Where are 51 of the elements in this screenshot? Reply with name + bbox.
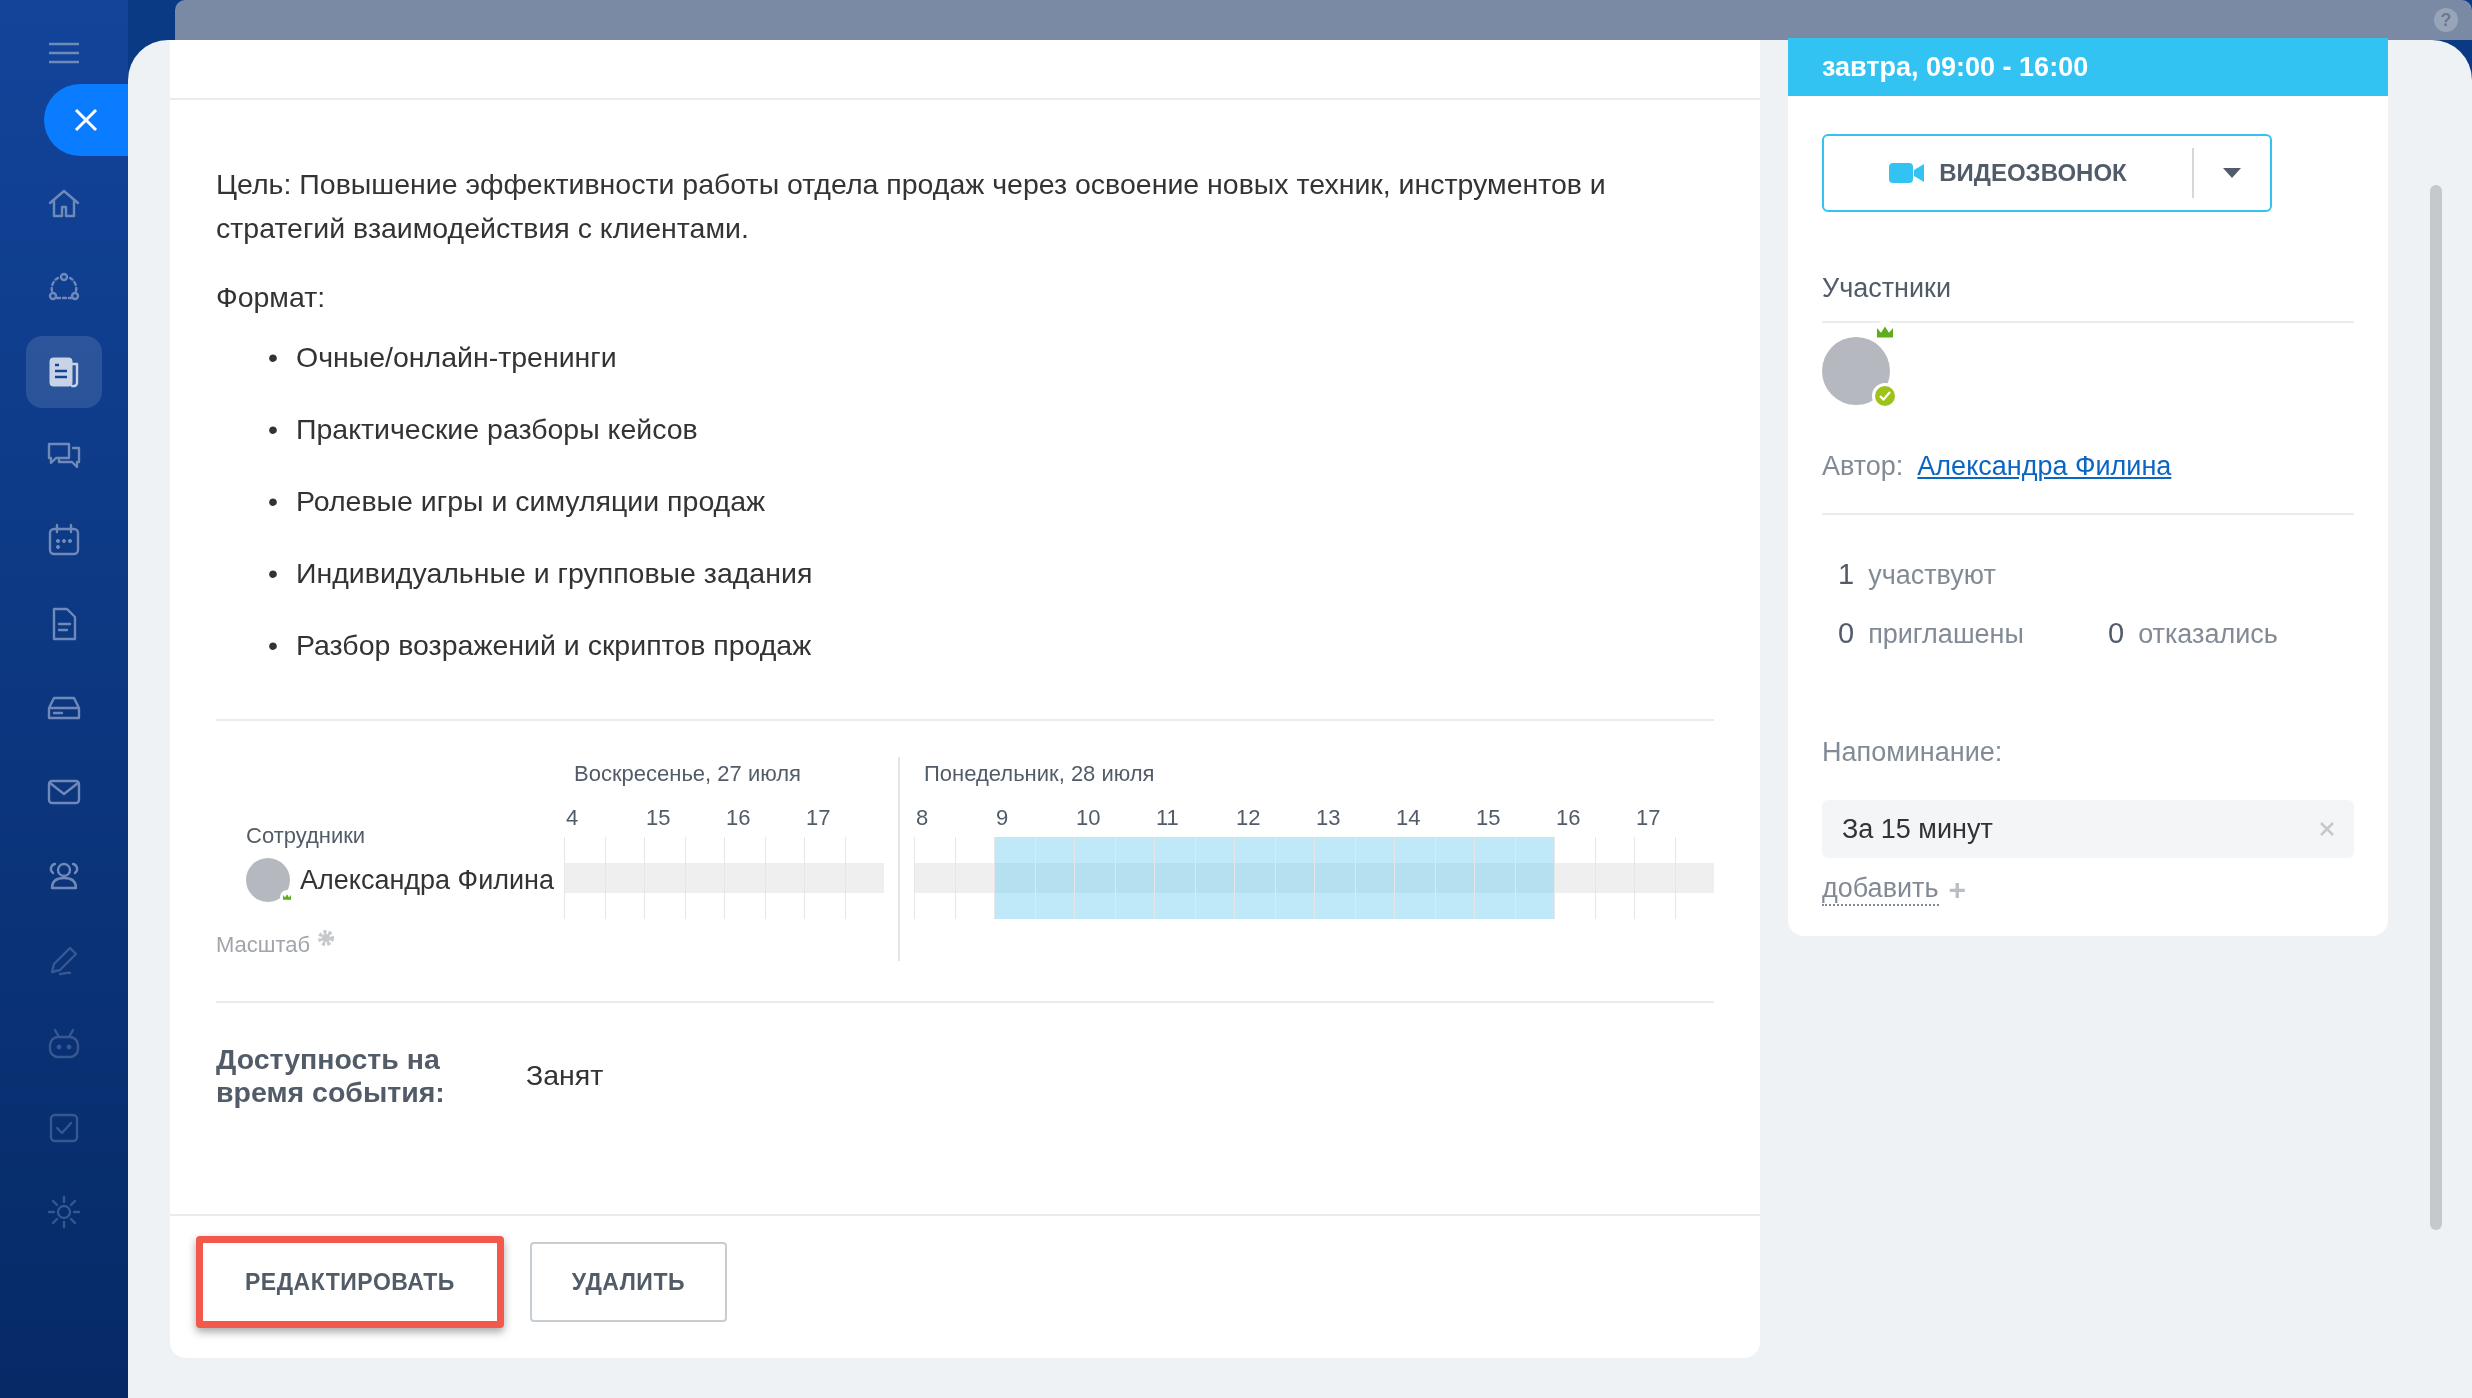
list-item: Практические разборы кейсов: [296, 411, 698, 447]
availability-value: Занят: [526, 1058, 604, 1094]
hour-label: 15: [1476, 804, 1501, 830]
list-item: Очные/онлайн-тренинги: [296, 339, 617, 375]
bullet: •: [268, 627, 278, 663]
reminder-field[interactable]: За 15 минут: [1822, 800, 2354, 858]
hour-label: 13: [1316, 804, 1341, 830]
hour-label: 15: [646, 804, 671, 830]
bullet: •: [268, 555, 278, 591]
list-item: Ролевые игры и симуляции продаж: [296, 483, 766, 519]
hour-label: 14: [1396, 804, 1421, 830]
hour-label: 4: [566, 804, 579, 830]
hour-label: 10: [1076, 804, 1101, 830]
bullet: •: [268, 483, 278, 519]
bullet: •: [268, 411, 278, 447]
reminder-label: Напоминание:: [1822, 735, 2004, 769]
hour-label: 17: [1636, 804, 1661, 830]
hour-label: 16: [1556, 804, 1581, 830]
hour-label: 8: [916, 804, 929, 830]
hour-label: 16: [726, 804, 751, 830]
count-value: 0: [2108, 616, 2125, 651]
count-value: 1: [1838, 556, 1855, 592]
add-reminder-link[interactable]: добавить: [1822, 874, 1939, 906]
plus-icon[interactable]: +: [1948, 874, 1967, 905]
video-call-button[interactable]: ВИДЕОЗВОНОК: [1822, 134, 2272, 212]
delete-button[interactable]: УДАЛИТЬ: [529, 1242, 727, 1322]
hour-label: 12: [1236, 804, 1261, 830]
participants-label: Участники: [1822, 268, 2354, 323]
date-header: Понедельник, 28 июля: [923, 759, 1156, 788]
count-value: 0: [1838, 616, 1855, 651]
author-link[interactable]: Александра Филина: [1917, 446, 2172, 487]
edit-button[interactable]: РЕДАКТИРОВАТЬ: [196, 1236, 504, 1328]
employees-label: Сотрудники: [246, 821, 367, 850]
availability-label: Доступность на время события:: [216, 1042, 446, 1109]
bullet: •: [268, 339, 278, 375]
event-time: завтра, 09:00 - 16:00: [1788, 38, 2388, 96]
count-label[interactable]: отказались: [2138, 614, 2278, 655]
hour-label: 17: [806, 804, 831, 830]
date-header: Воскресенье, 27 июля: [573, 759, 802, 788]
hour-label: 9: [996, 804, 1009, 830]
list-item: Индивидуальные и групповые задания: [296, 555, 813, 591]
hour-label: 11: [1156, 804, 1179, 830]
help-icon[interactable]: ?: [2434, 8, 2458, 32]
count-label[interactable]: приглашены: [1868, 614, 2024, 655]
description-text: Цель: Повышение эффективности работы отдела продаж через освоение новых техник, инструментов и стратегий взаимодействия с клиентами.: [216, 167, 1607, 246]
format-label: Формат:: [216, 280, 327, 315]
count-label[interactable]: участвуют: [1868, 554, 1996, 595]
list-item: Разбор возражений и скриптов продаж: [296, 627, 812, 663]
employee-name: Александра Филина: [300, 863, 554, 897]
scale-label[interactable]: Масштаб: [216, 927, 311, 961]
author-label: Автор:: [1822, 450, 1904, 483]
